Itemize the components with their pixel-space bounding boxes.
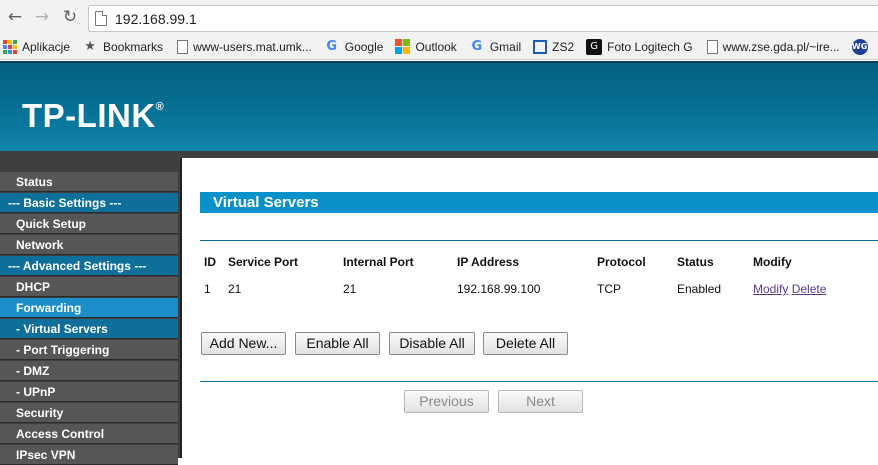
- sidebar-menu: Status --- Basic Settings --- Quick Setu…: [0, 158, 182, 465]
- column-header-service-port: Service Port: [228, 255, 299, 269]
- cell-ip-address: 192.168.99.100: [457, 282, 541, 296]
- column-header-id: ID: [204, 255, 216, 269]
- bookmark-google[interactable]: G Google: [324, 38, 383, 55]
- sidebar-item-status[interactable]: Status: [0, 172, 178, 192]
- sidebar-item-forwarding[interactable]: Forwarding: [0, 298, 178, 318]
- sidebar-item-ipsec-vpn[interactable]: IPsec VPN: [0, 445, 178, 465]
- delete-all-button[interactable]: Delete All: [483, 332, 568, 355]
- browser-toolbar: ← → ↻ 192.168.99.1: [0, 0, 878, 34]
- bookmark-wg[interactable]: WG: [851, 38, 873, 55]
- column-header-ip-address: IP Address: [457, 255, 520, 269]
- bookmark-zse-gda[interactable]: www.zse.gda.pl/~ire...: [705, 39, 840, 54]
- windows-icon: [395, 39, 411, 54]
- next-button[interactable]: Next: [498, 390, 583, 413]
- tplink-logo: TP-LINK®: [22, 97, 165, 134]
- google-icon: G: [326, 38, 338, 54]
- wg-icon: WG: [851, 38, 868, 55]
- bookmarks-bar: Aplikacje ★ Bookmarks www-users.mat.umk.…: [0, 34, 878, 60]
- modify-link[interactable]: Modify: [753, 282, 788, 296]
- main-content: Virtual Servers ID Service Port Internal…: [200, 158, 878, 458]
- column-header-internal-port: Internal Port: [343, 255, 414, 269]
- sidebar-item-quick-setup[interactable]: Quick Setup: [0, 214, 178, 234]
- logitech-icon: G: [586, 38, 603, 55]
- disable-all-button[interactable]: Disable All: [389, 332, 475, 355]
- forward-arrow-icon[interactable]: →: [32, 7, 52, 27]
- bookmark-bookmarks[interactable]: ★ Bookmarks: [82, 39, 163, 55]
- sidebar-item-dhcp[interactable]: DHCP: [0, 277, 178, 297]
- bookmark-aplikacje[interactable]: Aplikacje: [3, 39, 70, 54]
- sidebar-item-access-control[interactable]: Access Control: [0, 424, 178, 444]
- bookmark-outlook[interactable]: Outlook: [395, 39, 457, 54]
- column-header-modify: Modify: [753, 255, 792, 269]
- page-title: Virtual Servers: [200, 192, 878, 213]
- page-icon: [706, 39, 718, 54]
- router-header: TP-LINK®: [0, 61, 878, 157]
- sidebar-item-network[interactable]: Network: [0, 235, 178, 255]
- header-divider: [0, 151, 878, 158]
- column-header-protocol: Protocol: [597, 255, 646, 269]
- modify-cell: Modify Delete: [753, 282, 826, 296]
- apps-icon: [3, 39, 17, 54]
- sidebar-section-advanced-settings: --- Advanced Settings ---: [0, 256, 178, 276]
- bookmark-gmail[interactable]: G Gmail: [469, 39, 521, 55]
- page-icon: [177, 39, 189, 54]
- bookmark-zs2[interactable]: ZS2: [533, 39, 574, 54]
- url-text[interactable]: 192.168.99.1: [115, 11, 197, 27]
- sidebar-item-dmz[interactable]: - DMZ: [0, 361, 178, 381]
- page-icon: [95, 11, 107, 26]
- column-header-status: Status: [677, 255, 714, 269]
- zs2-icon: [533, 39, 548, 54]
- google-icon: G: [471, 38, 483, 54]
- delete-link[interactable]: Delete: [792, 282, 827, 296]
- sidebar-item-virtual-servers[interactable]: - Virtual Servers: [0, 319, 178, 339]
- bookmark-www-users[interactable]: www-users.mat.umk...: [175, 39, 312, 54]
- sidebar-section-basic-settings: --- Basic Settings ---: [0, 193, 178, 213]
- cell-status: Enabled: [677, 282, 722, 296]
- sidebar-item-security[interactable]: Security: [0, 403, 178, 423]
- sidebar-item-port-triggering[interactable]: - Port Triggering: [0, 340, 178, 360]
- cell-internal-port: 21: [343, 282, 357, 296]
- enable-all-button[interactable]: Enable All: [295, 332, 380, 355]
- star-icon: ★: [84, 38, 96, 54]
- back-arrow-icon[interactable]: ←: [5, 7, 25, 27]
- cell-protocol: TCP: [597, 282, 621, 296]
- bottom-divider: [200, 381, 878, 382]
- top-divider: [200, 240, 878, 241]
- reload-icon[interactable]: ↻: [60, 7, 80, 27]
- previous-button[interactable]: Previous: [404, 390, 489, 413]
- cell-service-port: 21: [228, 282, 242, 296]
- sidebar-item-upnp[interactable]: - UPnP: [0, 382, 178, 402]
- add-new-button[interactable]: Add New...: [201, 332, 286, 355]
- address-bar[interactable]: 192.168.99.1: [88, 5, 878, 32]
- cell-id: 1: [204, 282, 211, 296]
- bookmark-foto-logitech[interactable]: G Foto Logitech G: [586, 38, 693, 55]
